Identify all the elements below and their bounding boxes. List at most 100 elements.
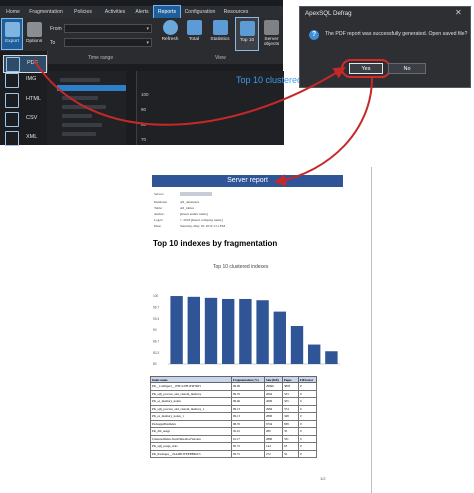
table-cell: 35	[282, 427, 299, 436]
export-menu-item-xml[interactable]: XML	[3, 130, 45, 146]
export-menu-item-img[interactable]: IMG	[3, 72, 45, 88]
y-tick-label: 83.3	[153, 351, 159, 355]
export-button[interactable]: Export	[1, 18, 23, 50]
table-cell: 144	[264, 442, 283, 451]
server-objects-button[interactable]: Server objects	[260, 20, 283, 56]
time-range-group-label: Time range	[88, 55, 114, 61]
y-tick-label: 100	[153, 294, 159, 298]
blurred-tree-item[interactable]	[62, 105, 106, 109]
tab-activities[interactable]: Activities	[100, 6, 130, 18]
table-cell: 331	[282, 434, 299, 443]
table-cell: 98.76	[231, 419, 265, 428]
server-objects-label: Server objects	[263, 37, 280, 47]
close-icon[interactable]: ✕	[455, 8, 462, 17]
blurred-server-name	[180, 192, 212, 196]
meta-key: Table:	[154, 206, 163, 210]
blurred-tree-item[interactable]	[62, 123, 102, 127]
table-cell: ClusteredIndex-StatsTime-RowVersion	[150, 434, 232, 443]
from-date-field[interactable]: ▾	[64, 24, 152, 33]
tab-resources[interactable]: Resources	[220, 6, 252, 18]
to-label: To	[50, 40, 56, 46]
blurred-tree-item[interactable]	[62, 96, 98, 100]
table-cell: 6704	[264, 419, 283, 428]
table-cell: 18	[282, 442, 299, 451]
calendar-dropdown-icon: ▾	[146, 40, 149, 46]
csv-file-icon	[5, 112, 19, 127]
table-cell: 0	[298, 404, 317, 413]
table-cell: 99.13	[231, 404, 265, 413]
table-cell: 325	[282, 397, 299, 406]
bar-6	[256, 300, 269, 364]
blurred-tree-item[interactable]	[62, 114, 92, 118]
to-date-field[interactable]: ▾	[64, 38, 152, 47]
options-button[interactable]: Options	[24, 19, 44, 49]
tab-policies[interactable]: Policies	[68, 6, 98, 18]
table-row: PK_os_memory_nodes_1 99.13 2800 348 0	[150, 412, 317, 421]
options-icon	[26, 22, 42, 37]
export-label: Export	[5, 39, 19, 44]
top10-button[interactable]: Top 10	[235, 17, 259, 51]
y-tick-label: 93.3	[153, 317, 159, 321]
table-cell: 374	[282, 404, 299, 413]
meta-value: [Insert author name]	[180, 212, 208, 216]
table-cell: PK__Configur2__1FB1147B1F4F09F1	[150, 382, 232, 391]
server-objects-icon	[264, 20, 279, 35]
bar-5	[239, 298, 252, 364]
statistics-label: Statistics	[210, 37, 230, 42]
export-menu-item-pdf[interactable]: PDF	[3, 55, 47, 73]
pdf-file-icon	[6, 57, 20, 72]
image-file-icon	[5, 73, 19, 88]
bar-4	[222, 298, 235, 364]
blurred-tree-item[interactable]	[60, 78, 100, 82]
bar-1	[170, 296, 183, 364]
table-cell: 0	[298, 419, 317, 428]
table-cell: 29696	[264, 382, 283, 391]
table-cell: 0	[298, 449, 317, 458]
calendar-dropdown-icon: ▾	[146, 26, 149, 32]
blurred-tree-item[interactable]	[62, 132, 96, 136]
meta-key: Legal:	[154, 218, 163, 222]
tab-reports[interactable]: Reports	[153, 5, 181, 19]
table-cell: 0	[298, 434, 317, 443]
selected-tree-item[interactable]	[57, 85, 126, 91]
bar-3	[204, 297, 218, 364]
table-cell: 95.41	[231, 427, 265, 436]
ribbon-tabs: Home Fragmentation Policies Activities A…	[0, 5, 283, 19]
dialog-message: The PDF report was successfully generate…	[325, 31, 468, 37]
table-cell: PK_sqlj_process_and_custom_memory	[150, 389, 232, 398]
top10-label: Top 10	[239, 38, 255, 43]
tab-fragmentation[interactable]: Fragmentation	[26, 6, 66, 18]
export-icon	[4, 22, 20, 37]
table-cell: 99.46	[231, 397, 265, 406]
menu-item-label: XML	[26, 134, 38, 140]
meta-key: Server:	[154, 192, 164, 196]
table-row: PK_os_memory_nodes 99.46 2600 325 0	[150, 397, 317, 406]
report-bar-chart: 80 83.3 86.7 90 93.3 96.7 100	[153, 294, 340, 366]
bar-9	[308, 344, 321, 364]
bar-7	[273, 311, 286, 364]
table-cell: PackagesPlusIndex	[150, 419, 232, 428]
statistics-button[interactable]: Statistics	[206, 20, 234, 50]
total-chart-icon	[186, 20, 202, 35]
table-row: PK_Packages__22A4B15FEEBB46C3 83.75 272 32 0	[150, 449, 317, 458]
total-button[interactable]: Total	[184, 20, 204, 50]
bar-8	[290, 326, 304, 364]
refresh-button[interactable]: Refresh	[158, 20, 182, 50]
no-button[interactable]: No	[388, 63, 426, 74]
y-tick-label: 80	[153, 362, 157, 366]
table-cell: 0	[298, 412, 317, 421]
table-cell: 280	[264, 427, 283, 436]
total-label: Total	[188, 37, 200, 42]
top10-chart-icon	[239, 21, 255, 36]
xml-file-icon	[5, 131, 19, 146]
table-cell: 99.99	[231, 382, 265, 391]
export-menu-item-html[interactable]: HTML	[3, 92, 45, 108]
export-menu-item-csv[interactable]: CSV	[3, 111, 45, 127]
meta-key: Database:	[154, 200, 168, 204]
table-row: PK_dm_usage 95.41 280 35 0	[150, 427, 317, 436]
tab-alerts[interactable]: Alerts	[132, 6, 152, 18]
tab-home[interactable]: Home	[2, 6, 24, 18]
refresh-label: Refresh	[161, 37, 179, 42]
tab-configuration[interactable]: Configuration	[182, 6, 218, 18]
yes-button[interactable]: Yes	[349, 63, 383, 74]
